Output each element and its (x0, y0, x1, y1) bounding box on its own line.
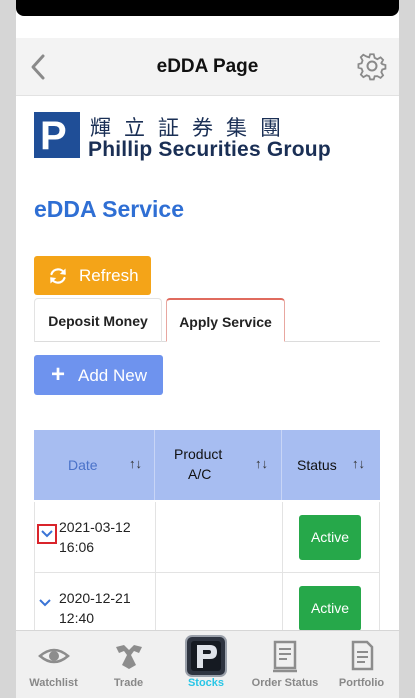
refresh-icon (50, 268, 66, 284)
chevron-down-icon (39, 599, 51, 607)
tab-deposit-money[interactable]: Deposit Money (34, 298, 162, 342)
sort-icon: ↑↓ (255, 456, 268, 471)
row-time: 16:06 (59, 539, 95, 555)
add-new-label: Add New (78, 366, 147, 385)
chevron-down-icon (41, 530, 53, 538)
sort-icon: ↑↓ (129, 456, 142, 471)
status-badge: Active (299, 515, 361, 560)
refresh-button[interactable]: Refresh (34, 256, 151, 295)
eye-icon (37, 648, 70, 664)
add-new-button[interactable]: + Add New (34, 355, 163, 395)
tab-watchlist[interactable]: Watchlist (16, 631, 91, 698)
refresh-label: Refresh (79, 266, 139, 285)
tab-portfolio[interactable]: Portfolio (324, 631, 399, 698)
section-title: eDDA Service (34, 196, 185, 222)
status-bar (16, 0, 399, 16)
company-logo: P 輝立証券集團 Phillip Securities Group (34, 112, 354, 164)
portfolio-doc-icon (351, 640, 373, 671)
row-date: 2021-03-12 (59, 519, 131, 535)
tab-apply-service[interactable]: Apply Service (166, 298, 285, 342)
expand-row-button[interactable] (37, 595, 57, 615)
table-row[interactable]: 2021-03-12 16:06 Active (34, 502, 380, 573)
row-time: 12:40 (59, 610, 95, 626)
gear-icon (357, 53, 387, 81)
settings-button[interactable] (357, 51, 387, 81)
order-list-icon (273, 640, 297, 673)
row-date: 2020-12-21 (59, 590, 131, 606)
tab-bar: Deposit Money Apply Service (34, 298, 380, 342)
phillip-logo-icon (185, 635, 227, 677)
table-header: Date ↑↓ Product A/C ↑↓ Status ↑↓ (34, 430, 380, 500)
phillip-logo-mark: P (34, 112, 80, 158)
screen: eDDA Page P 輝立証券集團 Phillip Securities Gr… (0, 0, 415, 698)
handshake-icon (115, 645, 142, 669)
tab-order-status[interactable]: Order Status (246, 631, 324, 698)
tab-trade[interactable]: Trade (91, 631, 166, 698)
company-name-english: Phillip Securities Group (88, 138, 331, 161)
tab-stocks[interactable]: Stocks (166, 631, 246, 698)
page-title: eDDA Page (156, 56, 259, 77)
product-ac-cell (156, 502, 283, 573)
date-cell: 2021-03-12 16:06 (35, 502, 156, 573)
phone-screen: eDDA Page P 輝立証券集團 Phillip Securities Gr… (16, 0, 399, 698)
bottom-tab-bar: Watchlist Trade Stocks Order Status Port… (16, 630, 399, 698)
column-header-date[interactable]: Date ↑↓ (34, 430, 155, 500)
column-header-product-ac[interactable]: Product A/C ↑↓ (155, 430, 282, 500)
status-badge: Active (299, 586, 361, 631)
column-header-status[interactable]: Status ↑↓ (282, 430, 380, 500)
top-nav-bar: eDDA Page (16, 38, 399, 96)
edda-table: Date ↑↓ Product A/C ↑↓ Status ↑↓ 2021-03… (34, 430, 380, 644)
plus-icon: + (51, 361, 66, 388)
sort-icon: ↑↓ (352, 456, 365, 471)
expand-row-button[interactable] (37, 524, 57, 544)
